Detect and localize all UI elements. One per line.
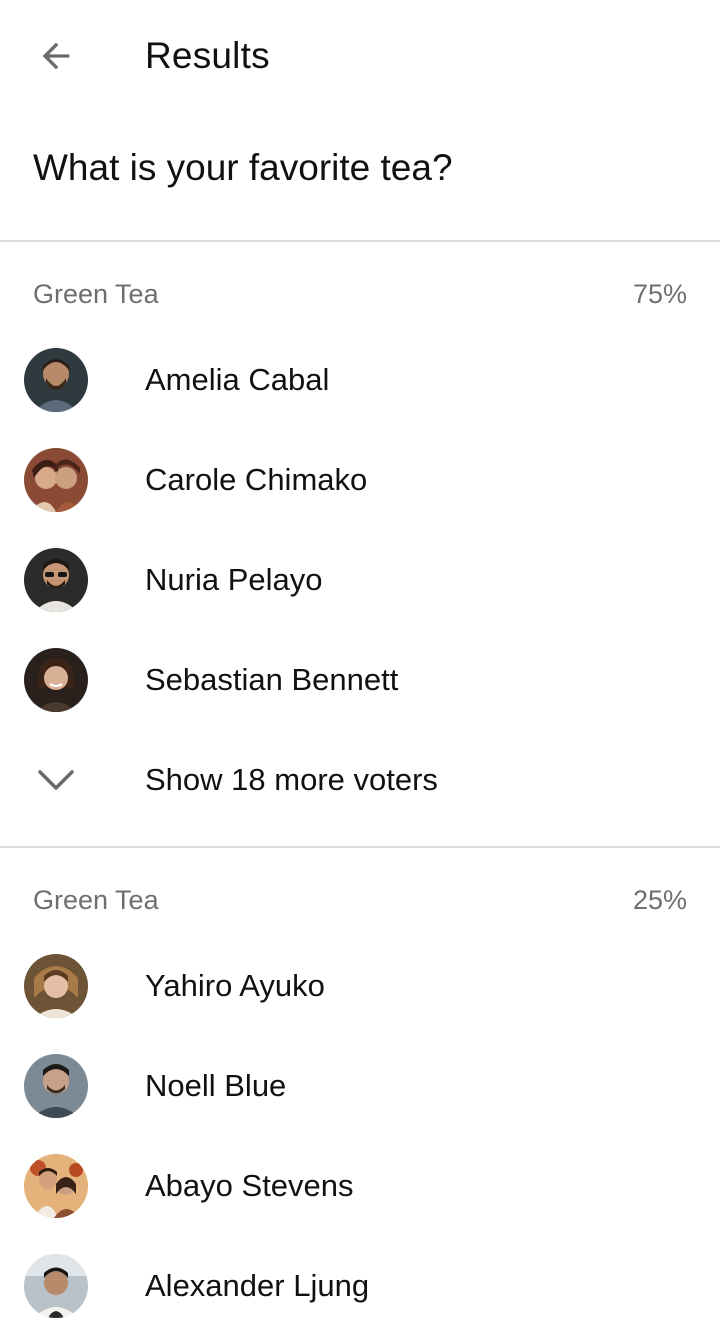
voter-row[interactable]: Carole Chimako — [0, 430, 720, 530]
voter-name: Abayo Stevens — [145, 1168, 354, 1203]
avatar — [24, 548, 88, 612]
option-header: Green Tea 25% — [0, 872, 720, 928]
chevron-down-icon — [38, 770, 74, 790]
show-more-voters-button[interactable]: Show 18 more voters — [0, 730, 720, 830]
page-title: Results — [145, 35, 270, 76]
voter-row[interactable]: Abayo Stevens — [0, 1136, 720, 1236]
avatar — [24, 954, 88, 1018]
voter-row[interactable]: Noell Blue — [0, 1036, 720, 1136]
voter-name: Sebastian Bennett — [145, 662, 399, 697]
voter-row[interactable]: Nuria Pelayo — [0, 530, 720, 630]
voter-name: Carole Chimako — [145, 462, 368, 497]
avatar — [24, 448, 88, 512]
avatar — [24, 1154, 88, 1218]
arrow-back-icon — [42, 42, 70, 70]
voter-name: Nuria Pelayo — [145, 562, 323, 597]
option-percent: 25% — [632, 885, 687, 915]
voter-name: Yahiro Ayuko — [145, 968, 325, 1003]
divider — [0, 240, 720, 242]
voter-name: Amelia Cabal — [145, 362, 330, 397]
voter-row[interactable]: Amelia Cabal — [0, 330, 720, 430]
app-bar: Results — [0, 0, 720, 112]
show-more-label: Show 18 more voters — [145, 762, 438, 797]
voter-name: Noell Blue — [145, 1068, 287, 1103]
voter-row[interactable]: Sebastian Bennett — [0, 630, 720, 730]
option-label: Green Tea — [33, 279, 159, 309]
voter-row[interactable]: Yahiro Ayuko — [0, 936, 720, 1036]
option-header: Green Tea 75% — [0, 266, 720, 322]
avatar — [24, 648, 88, 712]
voter-row[interactable]: Alexander Ljung — [0, 1236, 720, 1336]
avatar — [24, 1254, 88, 1318]
back-button[interactable] — [24, 24, 88, 88]
option-label: Green Tea — [33, 885, 159, 915]
option-percent: 75% — [632, 279, 687, 309]
voter-name: Alexander Ljung — [145, 1268, 370, 1303]
avatar — [24, 1054, 88, 1118]
poll-question: What is your favorite tea? — [33, 147, 453, 188]
avatar — [24, 348, 88, 412]
divider — [0, 846, 720, 848]
